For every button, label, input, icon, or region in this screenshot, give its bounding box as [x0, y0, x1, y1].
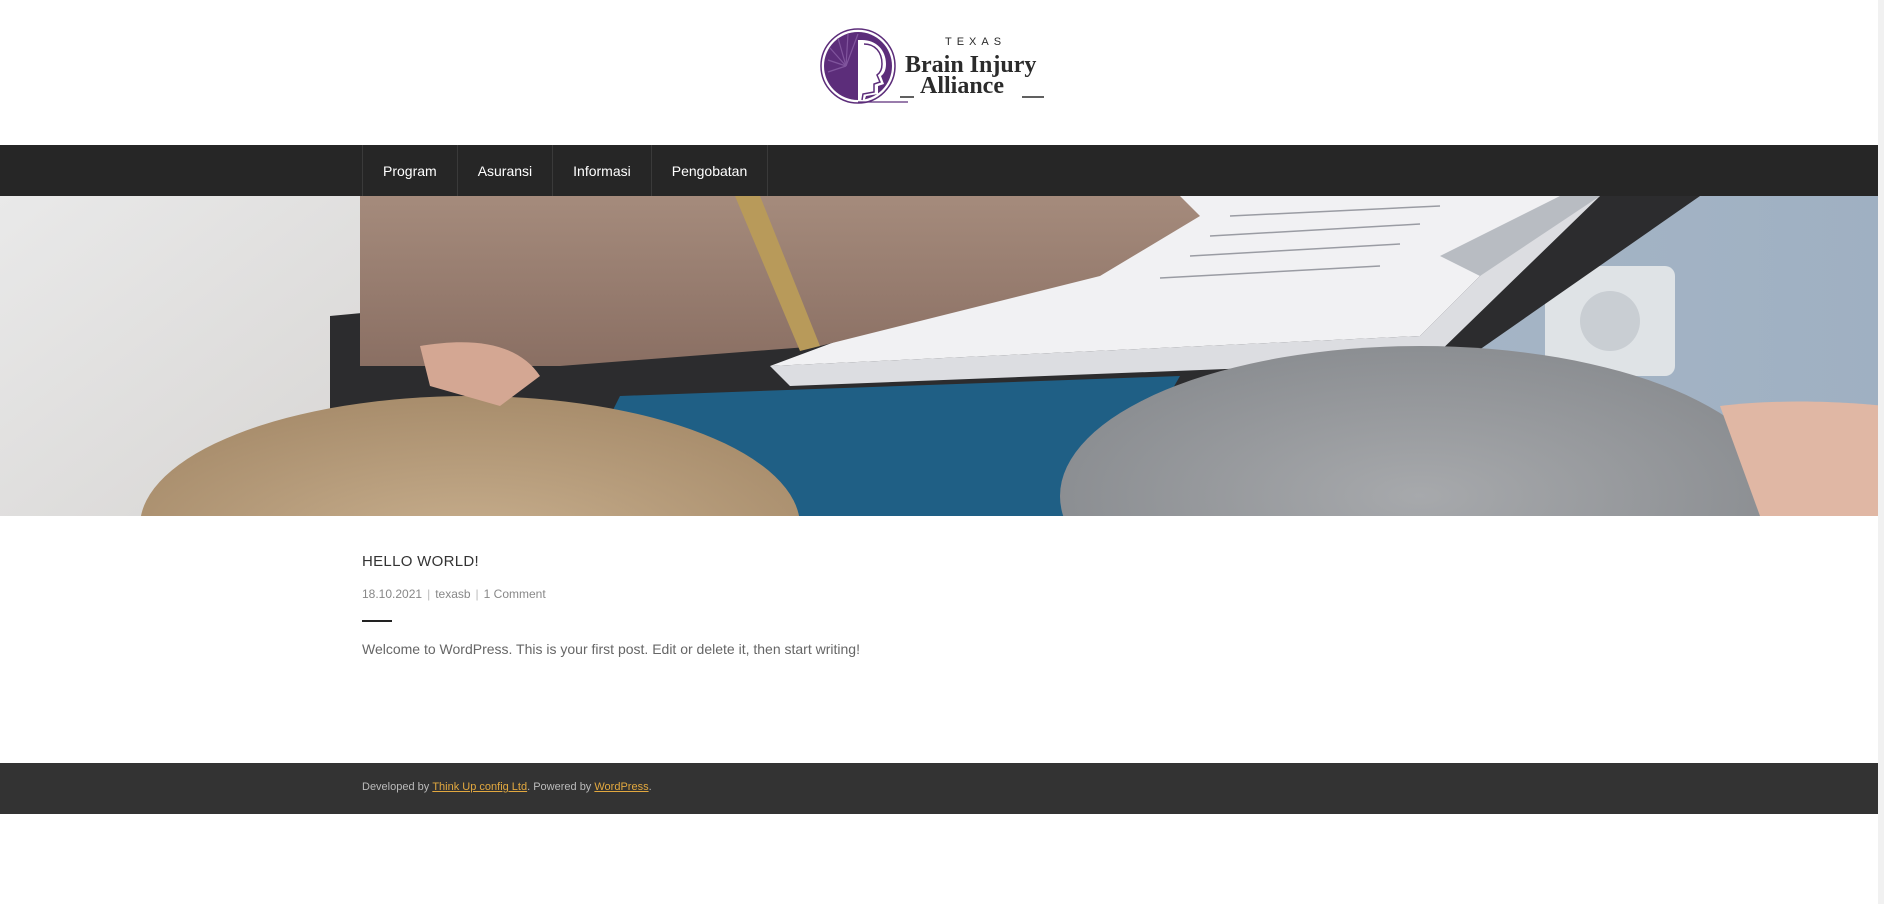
hero-image	[0, 196, 1884, 516]
post-title[interactable]: HELLO WORLD!	[362, 553, 479, 570]
footer-credits: Developed by Think Up config Ltd . Power…	[362, 781, 652, 793]
nav-item-pengobatan[interactable]: Pengobatan	[652, 145, 769, 196]
nav-item-informasi[interactable]: Informasi	[553, 145, 652, 196]
post-excerpt: Welcome to WordPress. This is your first…	[362, 641, 860, 657]
nav-item-program[interactable]: Program	[363, 145, 458, 196]
post-comments-link[interactable]: 1 Comment	[484, 587, 546, 601]
site-footer: Developed by Think Up config Ltd . Power…	[0, 763, 1884, 814]
meta-separator: |	[427, 587, 431, 601]
logo-texas-text: TEXAS	[945, 36, 1006, 48]
footer-developed-by: Developed by	[362, 781, 433, 793]
footer-powered-by: . Powered by	[527, 781, 595, 793]
main-navigation: Program Asuransi Informasi Pengobatan	[0, 145, 1884, 196]
site-header: TEXAS Brain Injury Alliance	[0, 0, 1884, 145]
post-divider	[362, 620, 392, 622]
page: TEXAS Brain Injury Alliance Program Asur…	[0, 0, 1884, 904]
nav-menu: Program Asuransi Informasi Pengobatan	[362, 145, 769, 196]
logo-line2-text: Alliance	[920, 73, 1004, 99]
footer-developer-link[interactable]: Think Up config Ltd	[432, 781, 527, 793]
post-author[interactable]: texasb	[435, 587, 470, 601]
post-meta: 18.10.2021 | texasb | 1 Comment	[362, 587, 546, 601]
site-logo[interactable]: TEXAS Brain Injury Alliance	[818, 26, 1046, 106]
footer-end: .	[648, 781, 652, 793]
nav-item-asuransi[interactable]: Asuransi	[458, 145, 554, 196]
footer-wordpress-link[interactable]: WordPress	[594, 781, 648, 793]
scrollbar-track[interactable]	[1878, 0, 1884, 904]
meta-separator: |	[475, 587, 479, 601]
post-date[interactable]: 18.10.2021	[362, 587, 422, 601]
